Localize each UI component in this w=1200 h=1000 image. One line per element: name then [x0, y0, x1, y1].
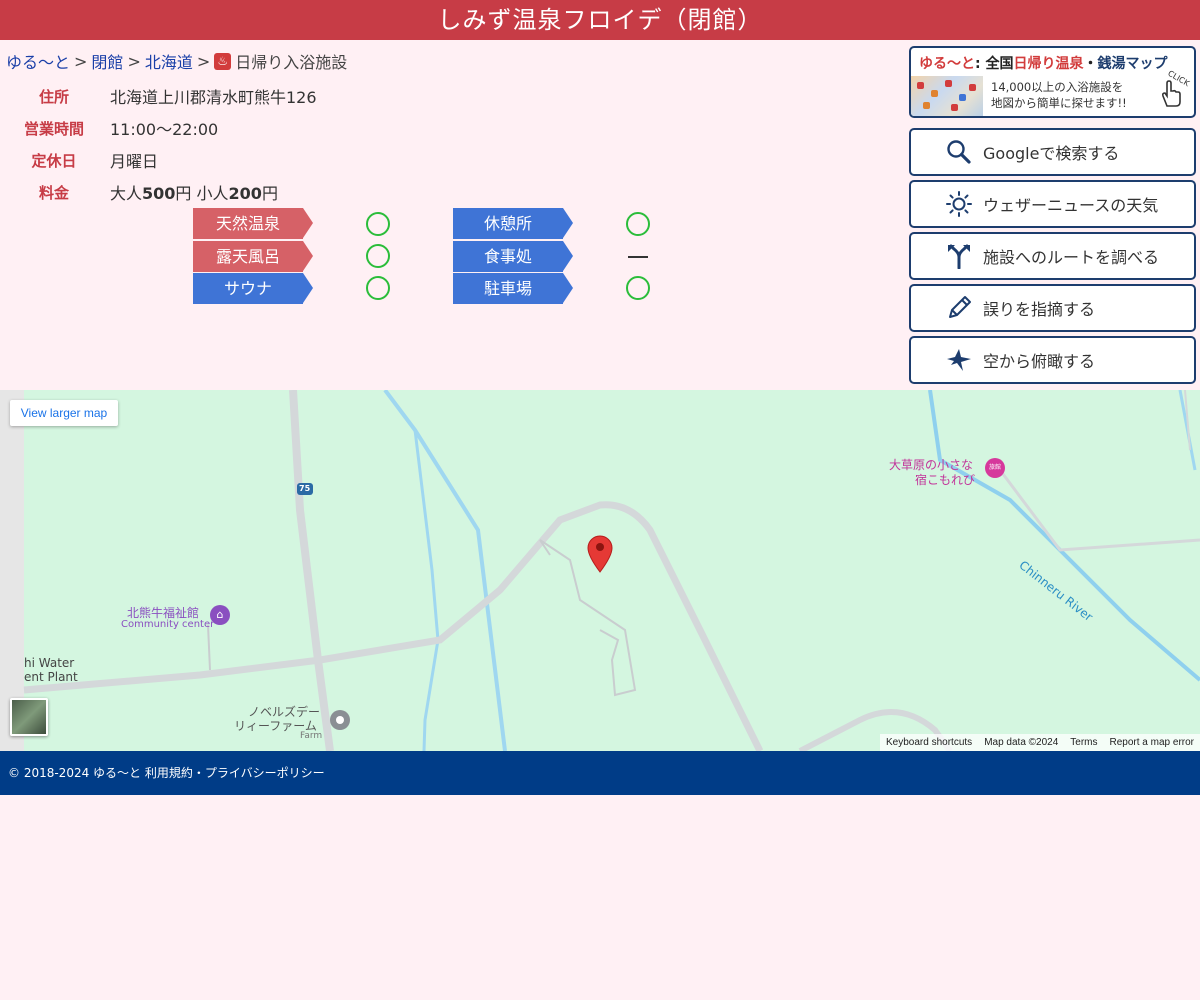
pencil-icon: [945, 294, 973, 322]
breadcrumb-home-link[interactable]: ゆる〜と: [6, 49, 70, 73]
banner-zenkoku: 全国: [985, 56, 1014, 72]
breadcrumb-separator: >: [74, 51, 88, 71]
banner-description: 14,000以上の入浴施設を 地図から簡単に探せます!!: [991, 79, 1127, 111]
action-label: Googleで検索する: [983, 144, 1120, 163]
adult-prefix: 大人: [110, 184, 143, 203]
info-value: 11:00〜22:00: [110, 120, 219, 139]
breadcrumb-separator: >: [196, 51, 211, 71]
banner-dot: ・: [1083, 56, 1098, 72]
footer: © 2018-2024 ゆる〜と 利用規約・プライバシーポリシー: [0, 751, 1200, 795]
inn-name-line-2: 宿こもれび: [915, 473, 976, 487]
facility-rest-area: 休憩所: [453, 208, 573, 239]
unavailable-mark: [628, 256, 648, 258]
available-mark: [626, 276, 650, 300]
banner-higaeri: 日帰り温泉: [1013, 56, 1084, 72]
keyboard-shortcuts-link[interactable]: Keyboard shortcuts: [886, 737, 972, 748]
community-pin-icon[interactable]: ⌂: [210, 605, 230, 625]
adult-price: 500: [142, 184, 176, 203]
yen-unit: 円: [261, 184, 278, 203]
page-title: しみず温泉フロイデ（閉館）: [0, 0, 1200, 40]
info-label: 営業時間: [23, 119, 84, 138]
info-label: 定休日: [31, 151, 77, 170]
view-larger-map-link[interactable]: View larger map: [10, 400, 118, 426]
google-map[interactable]: 75 View larger map 大草原の小さな 宿こもれび 旅館 北熊牛福…: [0, 390, 1200, 751]
banner-line-1: 14,000以上の入浴施設を: [991, 80, 1124, 94]
banner-brand: ゆる〜と: [919, 56, 975, 72]
community-type: Community center: [121, 619, 215, 630]
farm-pin-icon[interactable]: [330, 710, 350, 730]
info-row-hours: 営業時間 11:00〜22:00: [0, 116, 218, 140]
report-error-button[interactable]: 誤りを指摘する: [909, 284, 1196, 332]
route-number-label: 75: [299, 484, 311, 493]
farm-type: Farm: [300, 731, 323, 741]
map-attribution: Keyboard shortcuts Map data ©2024 Terms …: [880, 734, 1200, 751]
breadcrumb-current: 日帰り入浴施設: [235, 53, 348, 72]
facility-restaurant: 食事処: [453, 241, 573, 272]
report-map-error-link[interactable]: Report a map error: [1110, 737, 1194, 748]
pointing-hand-icon: [1158, 78, 1184, 114]
info-label: 料金: [38, 183, 69, 202]
available-mark: [366, 212, 390, 236]
action-label: 誤りを指摘する: [983, 300, 1096, 319]
facility-sauna: サウナ: [193, 273, 313, 304]
banner-title: ゆる〜と: 全国日帰り温泉・銭湯マップ: [919, 53, 1167, 73]
facility-outdoor-bath: 露天風呂: [193, 241, 313, 272]
action-label: 施設へのルートを調べる: [983, 248, 1160, 267]
bird-icon: [945, 346, 973, 374]
water-plant-line-1: hi Water: [24, 656, 75, 670]
info-row-price: 料金 大人500円 小人200円: [0, 180, 278, 204]
info-value: 月曜日: [110, 152, 159, 171]
onsen-icon: ♨: [214, 52, 232, 70]
banner-line-2: 地図から簡単に探せます!!: [991, 96, 1127, 110]
available-mark: [626, 212, 650, 236]
info-label: 住所: [38, 87, 69, 106]
sun-icon: [945, 190, 973, 218]
search-icon: [945, 138, 973, 166]
breadcrumb: ゆる〜と > 閉館 > 北海道 > ♨ 日帰り入浴施設: [6, 49, 347, 73]
facility-parking: 駐車場: [453, 273, 573, 304]
terms-link[interactable]: Terms: [1070, 737, 1097, 748]
satellite-toggle-thumbnail[interactable]: [10, 698, 48, 736]
action-label: 空から俯瞰する: [983, 352, 1096, 371]
breadcrumb-separator: >: [127, 51, 141, 71]
breadcrumb-closed-link[interactable]: 閉館: [91, 49, 123, 73]
map-data-text: Map data ©2024: [984, 737, 1059, 748]
onsen-map-banner[interactable]: ゆる〜と: 全国日帰り温泉・銭湯マップ 14,000以上の入浴施設を 地図から簡…: [909, 46, 1196, 118]
yen-unit: 円: [175, 184, 197, 203]
info-value-price: 大人500円 小人200円: [110, 180, 278, 204]
banner-map-thumbnail: [911, 76, 983, 116]
child-price: 200: [228, 184, 262, 203]
route-button[interactable]: 施設へのルートを調べる: [909, 232, 1196, 280]
hotel-pin-icon[interactable]: 旅館: [985, 458, 1005, 478]
info-row-closed-day: 定休日 月曜日: [0, 148, 158, 172]
route-icon: [945, 242, 973, 270]
banner-sento: 銭湯マップ: [1097, 56, 1168, 72]
banner-colon: :: [975, 56, 981, 72]
child-prefix: 小人: [196, 184, 229, 203]
info-row-address: 住所 北海道上川郡清水町熊牛126: [0, 84, 317, 108]
google-search-button[interactable]: Googleで検索する: [909, 128, 1196, 176]
weather-button[interactable]: ウェザーニュースの天気: [909, 180, 1196, 228]
available-mark: [366, 276, 390, 300]
facility-natural-onsen: 天然温泉: [193, 208, 313, 239]
breadcrumb-region-link[interactable]: 北海道: [145, 49, 193, 73]
water-plant-line-2: ent Plant: [24, 670, 78, 684]
aerial-view-button[interactable]: 空から俯瞰する: [909, 336, 1196, 384]
available-mark: [366, 244, 390, 268]
action-label: ウェザーニュースの天気: [983, 196, 1159, 215]
info-value: 北海道上川郡清水町熊牛126: [110, 88, 317, 107]
